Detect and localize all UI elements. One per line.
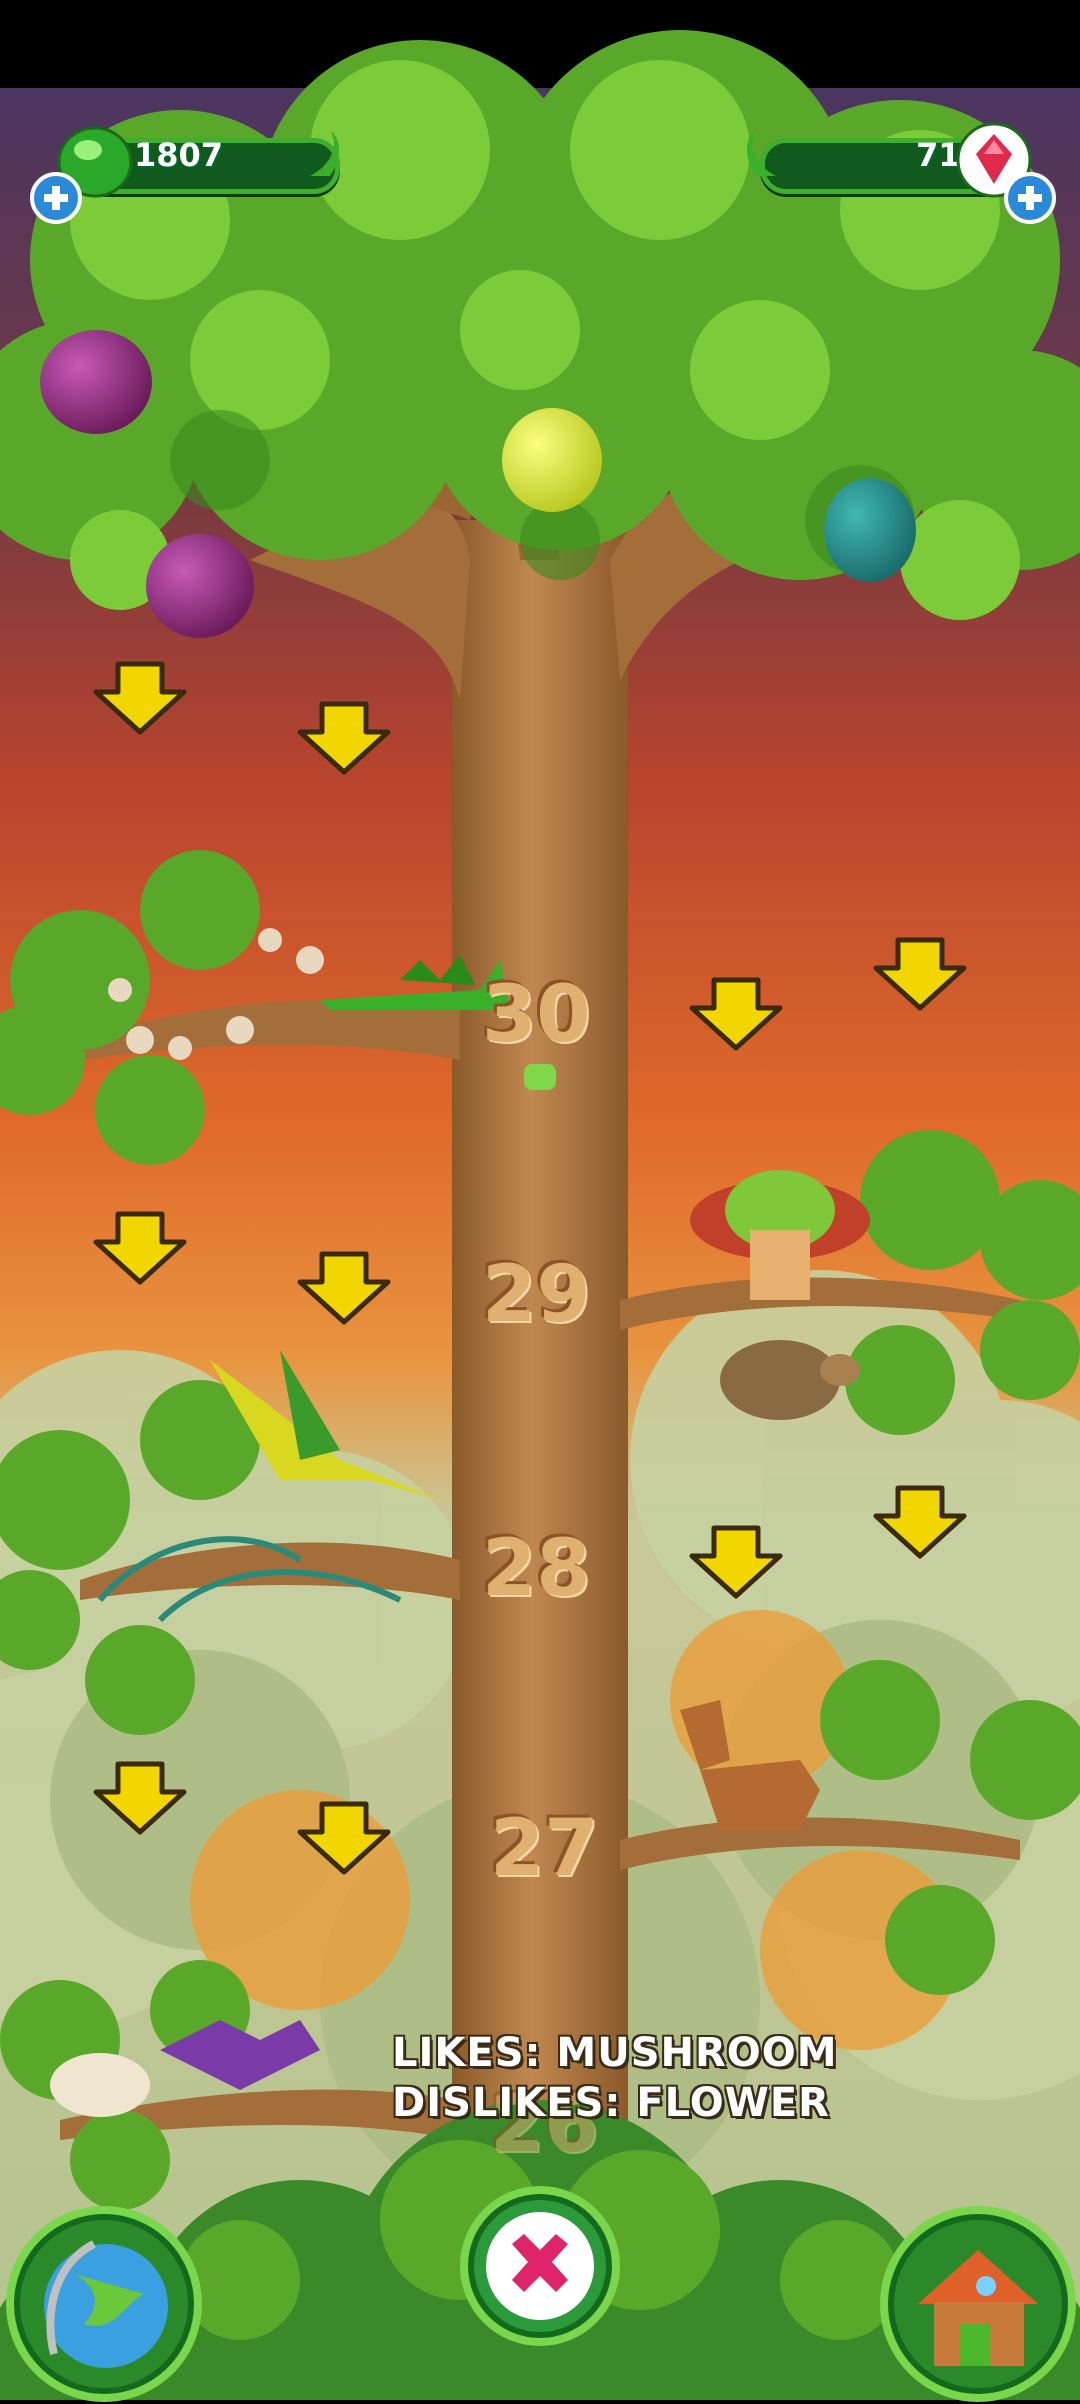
currency-counter[interactable]: 1807 [30,120,350,224]
level-number: 28 [482,1524,591,1614]
gems-counter[interactable]: 71 [730,120,1056,224]
dislikes-text: DISLIKES: FLOWER [392,2080,830,2126]
close-button[interactable] [460,2186,620,2346]
globe-icon [44,2240,168,2368]
likes-text: LIKES: MUSHROOM [392,2030,838,2076]
lizard-decoration-icon [746,131,776,176]
level-number: 29 [482,1250,591,1340]
add-gems-icon[interactable] [1004,172,1056,224]
close-icon [486,2212,594,2320]
house-icon [918,2250,1038,2366]
cat-marker-icon [524,1064,556,1090]
add-currency-icon[interactable] [30,172,82,224]
currency-amount: 1807 [134,136,224,174]
level-number: 30 [482,970,591,1060]
level-number: 27 [490,1804,599,1894]
lizard-decoration-icon [310,131,340,176]
game-scene: 1807 71 30 29 28 27 26 LIKES: MUSHROOM D… [0,0,1080,2404]
home-button[interactable] [880,2206,1076,2402]
globe-button[interactable] [6,2206,202,2402]
